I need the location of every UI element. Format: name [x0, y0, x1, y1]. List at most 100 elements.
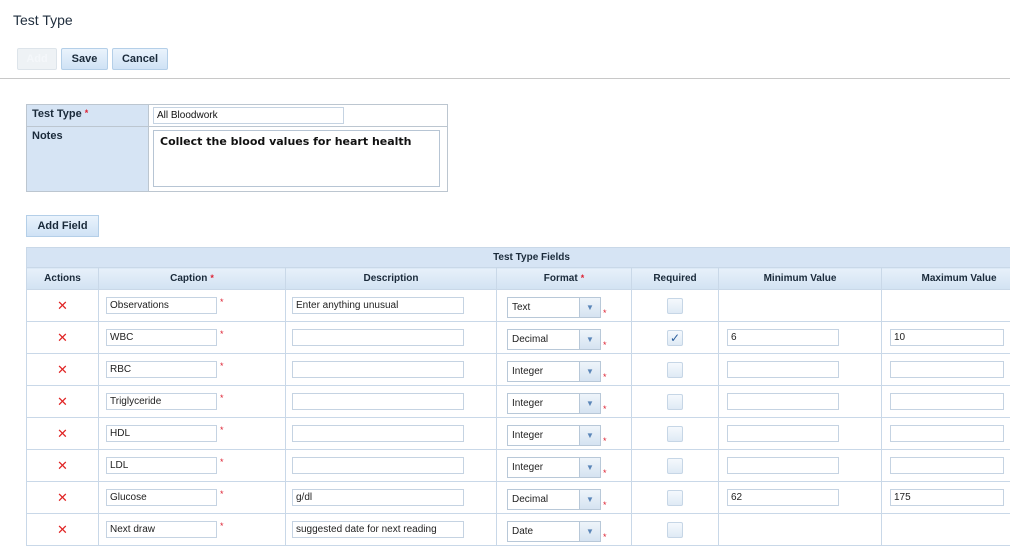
description-input[interactable]: g/dl	[292, 489, 464, 506]
col-format[interactable]: Format *	[496, 267, 632, 290]
required-marker: *	[580, 273, 585, 283]
col-caption[interactable]: Caption *	[98, 267, 286, 290]
format-value: Text	[508, 298, 580, 317]
required-marker: *	[220, 297, 224, 307]
table-row: ✕ HDL * Integer ▼ *	[26, 417, 1010, 450]
required-marker: *	[603, 468, 607, 478]
required-marker: *	[603, 436, 607, 446]
delete-x-icon[interactable]: ✕	[57, 459, 69, 472]
caption-input[interactable]: HDL	[106, 425, 217, 442]
toolbar: Add Save Cancel	[17, 48, 168, 70]
table-row: ✕ Triglyceride * Integer ▼ *	[26, 385, 1010, 418]
format-select[interactable]: Decimal ▼	[507, 329, 601, 350]
save-button[interactable]: Save	[61, 48, 108, 70]
description-input[interactable]: suggested date for next reading	[292, 521, 464, 538]
required-marker: *	[603, 308, 607, 318]
min-value-input[interactable]: 62	[727, 489, 839, 506]
required-checkbox[interactable]	[667, 457, 683, 474]
max-value-input[interactable]	[890, 425, 1004, 442]
max-value-input[interactable]	[890, 361, 1004, 378]
format-value: Integer	[508, 426, 580, 445]
chevron-down-icon[interactable]: ▼	[580, 330, 600, 349]
required-checkbox[interactable]	[667, 521, 683, 538]
max-value-input[interactable]: 10	[890, 329, 1004, 346]
delete-x-icon[interactable]: ✕	[57, 395, 69, 408]
min-value-input[interactable]	[727, 457, 839, 474]
description-input[interactable]: Enter anything unusual	[292, 297, 464, 314]
delete-x-icon[interactable]: ✕	[57, 299, 69, 312]
add-button[interactable]: Add	[17, 48, 57, 70]
max-value-input[interactable]	[890, 457, 1004, 474]
chevron-down-icon[interactable]: ▼	[580, 362, 600, 381]
chevron-down-icon[interactable]: ▼	[580, 490, 600, 509]
format-select[interactable]: Date ▼	[507, 521, 601, 542]
table-row: ✕ Glucose * g/dl Decimal ▼ * 62 175	[26, 481, 1010, 514]
required-marker: *	[220, 457, 224, 467]
min-value-input[interactable]	[727, 425, 839, 442]
delete-x-icon[interactable]: ✕	[57, 363, 69, 376]
required-checkbox[interactable]	[667, 393, 683, 410]
description-input[interactable]	[292, 425, 464, 442]
delete-x-icon[interactable]: ✕	[57, 427, 69, 440]
test-type-label: Test Type	[32, 108, 82, 120]
col-max[interactable]: Maximum Value	[881, 267, 1010, 290]
test-type-fields-grid: Test Type Fields Actions Caption * Descri…	[26, 247, 1010, 559]
chevron-down-icon[interactable]: ▼	[580, 458, 600, 477]
required-marker: *	[603, 372, 607, 382]
required-marker: *	[220, 425, 224, 435]
required-checkbox[interactable]	[667, 489, 683, 506]
max-value-input[interactable]: 175	[890, 489, 1004, 506]
description-input[interactable]	[292, 329, 464, 346]
test-type-input[interactable]: All Bloodwork	[153, 107, 344, 124]
cancel-button[interactable]: Cancel	[112, 48, 168, 70]
col-required[interactable]: Required	[631, 267, 719, 290]
description-input[interactable]	[292, 457, 464, 474]
delete-x-icon[interactable]: ✕	[57, 523, 69, 536]
format-select[interactable]: Decimal ▼	[507, 489, 601, 510]
chevron-down-icon[interactable]: ▼	[580, 522, 600, 541]
format-value: Date	[508, 522, 580, 541]
caption-input[interactable]: Next draw	[106, 521, 217, 538]
required-checkbox[interactable]	[667, 297, 683, 314]
required-checkbox[interactable]: ✓	[667, 329, 683, 346]
required-marker: *	[603, 500, 607, 510]
format-select[interactable]: Integer ▼	[507, 425, 601, 446]
format-value: Decimal	[508, 490, 580, 509]
caption-input[interactable]: WBC	[106, 329, 217, 346]
format-select[interactable]: Integer ▼	[507, 457, 601, 478]
chevron-down-icon[interactable]: ▼	[580, 394, 600, 413]
page-title: Test Type	[13, 12, 73, 28]
caption-input[interactable]: Observations	[106, 297, 217, 314]
caption-input[interactable]: RBC	[106, 361, 217, 378]
chevron-down-icon[interactable]: ▼	[580, 426, 600, 445]
format-select[interactable]: Integer ▼	[507, 361, 601, 382]
format-select[interactable]: Text ▼	[507, 297, 601, 318]
min-value-input[interactable]: 6	[727, 329, 839, 346]
format-select[interactable]: Integer ▼	[507, 393, 601, 414]
delete-x-icon[interactable]: ✕	[57, 331, 69, 344]
col-min[interactable]: Minimum Value	[718, 267, 882, 290]
chevron-down-icon[interactable]: ▼	[580, 298, 600, 317]
toolbar-divider	[0, 78, 1010, 79]
max-value-input[interactable]	[890, 393, 1004, 410]
caption-input[interactable]: LDL	[106, 457, 217, 474]
required-checkbox[interactable]	[667, 425, 683, 442]
min-value-input[interactable]	[727, 393, 839, 410]
checkmark-icon: ✓	[669, 330, 681, 345]
col-description[interactable]: Description	[285, 267, 497, 290]
required-marker: *	[603, 404, 607, 414]
required-checkbox[interactable]	[667, 361, 683, 378]
format-value: Decimal	[508, 330, 580, 349]
description-input[interactable]	[292, 361, 464, 378]
notes-textarea[interactable]: Collect the blood values for heart healt…	[153, 130, 440, 187]
caption-input[interactable]: Glucose	[106, 489, 217, 506]
description-input[interactable]	[292, 393, 464, 410]
required-marker: *	[220, 489, 224, 499]
delete-x-icon[interactable]: ✕	[57, 491, 69, 504]
required-marker: *	[220, 521, 224, 531]
required-marker: *	[220, 361, 224, 371]
caption-input[interactable]: Triglyceride	[106, 393, 217, 410]
min-value-input[interactable]	[727, 361, 839, 378]
add-field-button[interactable]: Add Field	[26, 215, 99, 237]
col-actions: Actions	[26, 267, 99, 290]
